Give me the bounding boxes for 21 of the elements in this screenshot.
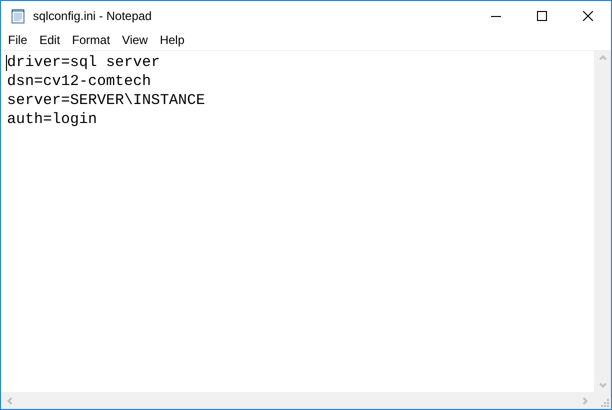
menu-item[interactable]: Format [66,31,116,50]
scroll-up-icon[interactable] [598,55,606,60]
scroll-left-icon[interactable] [7,396,12,404]
text-line: dsn=cv12-comtech [7,72,152,91]
text-line: server=SERVER\INSTANCE [7,91,206,110]
close-icon [583,11,593,21]
maximize-icon [537,11,547,21]
menu-item[interactable]: Help [154,31,191,50]
notepad-icon [10,8,26,24]
menu-item[interactable]: View [116,31,154,50]
window-title: sqlconfig.ini - Notepad [33,8,152,25]
scroll-down-icon[interactable] [598,383,606,388]
scroll-right-icon[interactable] [583,396,588,404]
menu-item[interactable]: File [2,31,34,50]
resize-grip-icon[interactable] [601,399,609,407]
text-cursor [6,55,7,71]
menu-item[interactable]: Edit [33,31,66,50]
horizontal-scrollbar[interactable] [1,392,594,409]
text-line: driver=sql server [7,53,160,72]
vertical-scrollbar[interactable] [594,51,611,392]
text-line: auth=login [7,110,98,129]
